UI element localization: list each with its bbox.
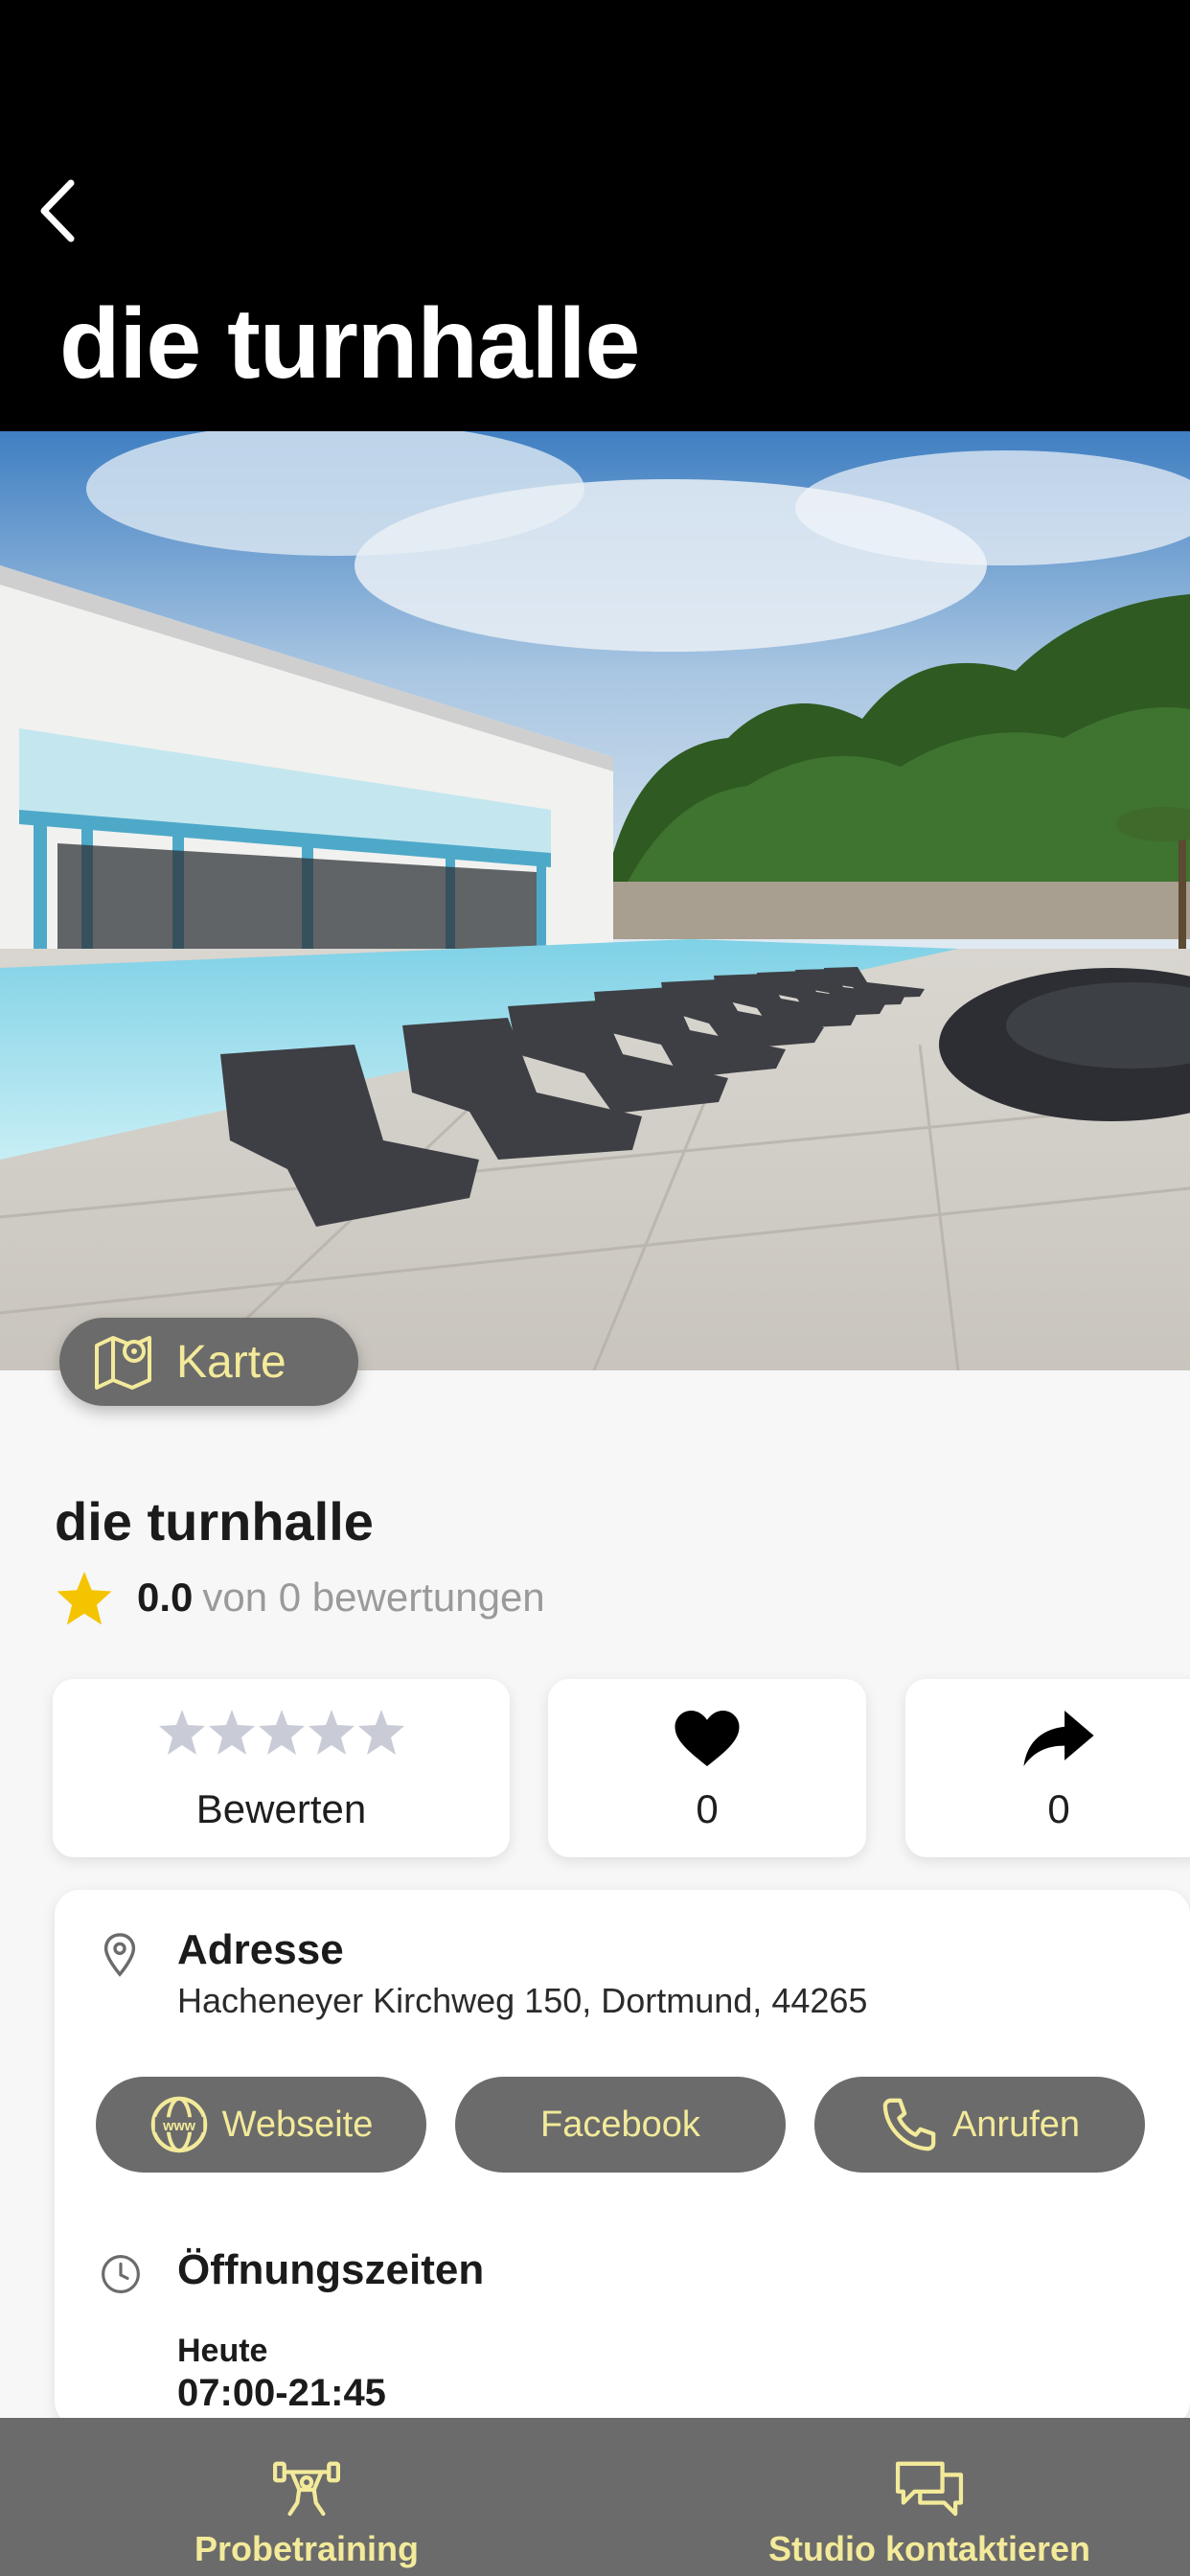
- weightlifter-icon: [273, 2461, 340, 2517]
- facebook-label: Facebook: [540, 2104, 700, 2145]
- contact-studio-button[interactable]: Studio kontaktieren: [747, 2418, 1111, 2576]
- call-label: Anrufen: [951, 2104, 1081, 2145]
- rating-count: von 0 bewertungen: [202, 1575, 545, 1620]
- map-pin-icon: [95, 1336, 151, 1390]
- share-arrow-icon: [1023, 1711, 1094, 1766]
- svg-text:www: www: [162, 2119, 196, 2134]
- rating-score: 0.0: [137, 1575, 194, 1620]
- back-button[interactable]: [29, 172, 86, 249]
- studio-info-card: Adresse Hacheneyer Kirchweg 150, Dortmun…: [55, 1890, 1190, 2426]
- page-title: die turnhalle: [59, 288, 640, 400]
- empty-stars-icon: [158, 1710, 404, 1755]
- top-header: die turnhalle: [0, 0, 1190, 431]
- location-pin-icon: [103, 1933, 136, 1977]
- heart-icon: [675, 1711, 740, 1766]
- contact-studio-label: Studio kontaktieren: [767, 2529, 1091, 2568]
- chat-bubbles-icon: [895, 2461, 964, 2517]
- trial-training-label: Probetraining: [194, 2529, 420, 2568]
- address-title: Adresse: [177, 1926, 344, 1973]
- opening-hours-title: Öffnungszeiten: [177, 2246, 485, 2293]
- like-count: 0: [696, 1786, 719, 1831]
- rating-summary: 0.0 von 0 bewertungen: [55, 1567, 545, 1628]
- share-button[interactable]: 0: [905, 1679, 1190, 1857]
- chevron-left-icon: [40, 179, 75, 242]
- trial-training-button[interactable]: Probetraining: [182, 2418, 431, 2576]
- rate-label: Bewerten: [195, 1786, 367, 1831]
- call-button[interactable]: Anrufen: [814, 2077, 1145, 2173]
- studio-name: die turnhalle: [55, 1491, 374, 1552]
- rating-stars: [53, 1708, 510, 1758]
- bottom-action-bar: Probetraining Studio kontaktieren: [0, 2418, 1190, 2576]
- address-value: Hacheneyer Kirchweg 150, Dortmund, 44265: [177, 1981, 868, 2020]
- today-label: Heute: [177, 2333, 268, 2369]
- facebook-button[interactable]: Facebook: [455, 2077, 786, 2173]
- clock-icon: [102, 2255, 140, 2293]
- website-button[interactable]: www Webseite: [96, 2077, 426, 2173]
- website-label: Webseite: [221, 2104, 374, 2145]
- globe-www-icon: www: [150, 2096, 207, 2153]
- star-icon: [57, 1571, 112, 1625]
- share-count: 0: [1047, 1786, 1070, 1831]
- phone-icon: [882, 2098, 936, 2151]
- like-button[interactable]: 0: [548, 1679, 866, 1857]
- map-button[interactable]: Karte: [59, 1318, 358, 1406]
- studio-photo: [0, 431, 1190, 1370]
- today-hours: 07:00-21:45: [177, 2372, 386, 2414]
- rate-button[interactable]: Bewerten: [53, 1679, 510, 1857]
- map-button-label: Karte: [176, 1336, 286, 1388]
